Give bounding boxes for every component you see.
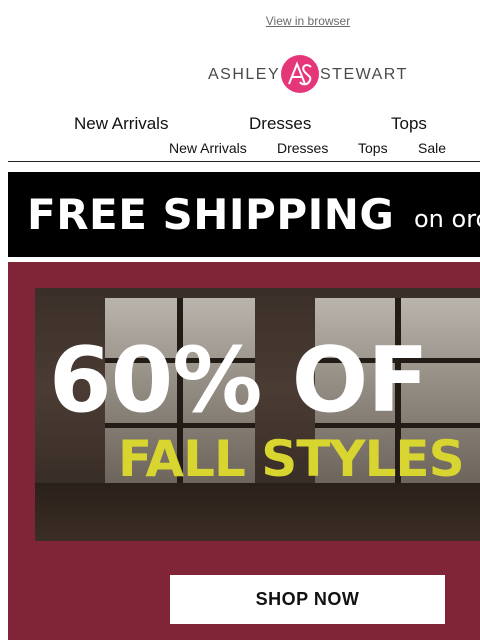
promo-headline: 60% OF <box>49 328 429 433</box>
free-shipping-banner[interactable]: FREE SHIPPING on orc <box>8 172 480 257</box>
promo-subhead: FALL STYLES <box>118 430 465 488</box>
view-in-browser-link[interactable]: View in browser <box>0 14 480 28</box>
brand-logo[interactable]: ASHLEY STEWART <box>208 54 408 96</box>
promo-hero[interactable]: 60% OF FALL STYLES SHOP NOW <box>8 262 480 640</box>
logo-text-ashley: ASHLEY <box>208 66 281 83</box>
logo-monogram-icon <box>281 55 319 93</box>
subnav-sale[interactable]: Sale <box>418 140 446 156</box>
floor <box>35 483 480 541</box>
secondary-nav: New Arrivals Dresses Tops Sale <box>0 140 480 158</box>
subnav-new-arrivals[interactable]: New Arrivals <box>169 140 247 156</box>
shop-now-button[interactable]: SHOP NOW <box>170 575 445 624</box>
primary-nav: New Arrivals Dresses Tops <box>0 114 480 136</box>
shipping-headline: FREE SHIPPING <box>27 190 395 239</box>
nav-divider <box>8 161 480 162</box>
nav-dresses[interactable]: Dresses <box>249 114 311 134</box>
subnav-tops[interactable]: Tops <box>358 140 388 156</box>
nav-new-arrivals[interactable]: New Arrivals <box>74 114 168 134</box>
nav-tops[interactable]: Tops <box>391 114 427 134</box>
logo-text-stewart: STEWART <box>320 66 408 83</box>
subnav-dresses[interactable]: Dresses <box>277 140 328 156</box>
shipping-subtext: on orc <box>414 205 480 233</box>
